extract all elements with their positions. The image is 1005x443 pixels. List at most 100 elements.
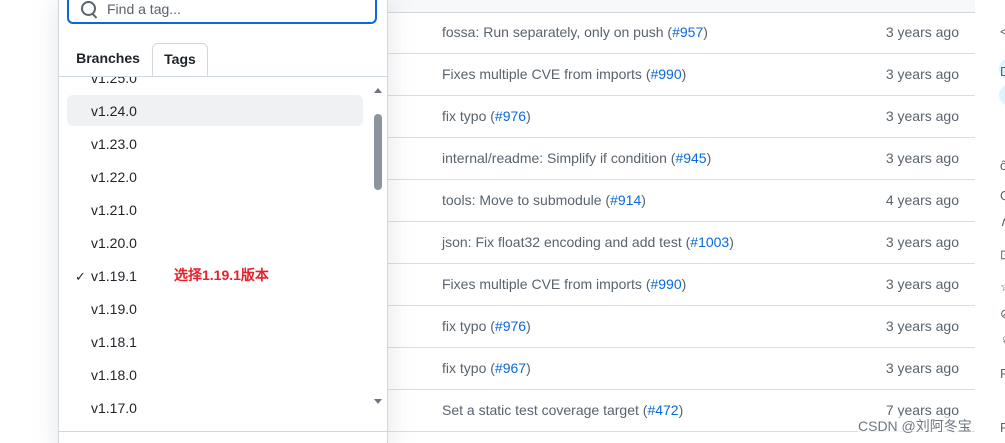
commit-age: 3 years ago bbox=[885, 276, 959, 292]
table-row: fix typo (#976) 3 years ago bbox=[387, 306, 975, 348]
tag-item-label: v1.19.0 bbox=[91, 301, 137, 317]
table-row: Fixes multiple CVE from imports (#990) 3 … bbox=[387, 54, 975, 96]
sidebar-glyph-icon: ⊡ bbox=[1000, 247, 1005, 263]
commit-message-suffix: ) bbox=[526, 108, 531, 124]
commit-age: 3 years ago bbox=[885, 234, 959, 250]
tag-item[interactable]: v1.19.0 bbox=[67, 293, 363, 324]
table-row: Fixes multiple CVE from imports (#990) 3 … bbox=[387, 264, 975, 306]
tag-search-input[interactable] bbox=[105, 0, 359, 18]
tag-list-scrollbar[interactable] bbox=[372, 85, 386, 415]
commit-message-text[interactable]: fossa: Run separately, only on push ( bbox=[442, 24, 672, 40]
pull-request-link[interactable]: #945 bbox=[675, 150, 706, 166]
commit-message-text[interactable]: internal/readme: Simplify if condition ( bbox=[442, 150, 675, 166]
commit-message[interactable]: Fixes multiple CVE from imports (#990) bbox=[442, 66, 686, 82]
sidebar-glyph-icon: ☆ bbox=[1000, 279, 1005, 295]
commit-message[interactable]: fix typo (#967) bbox=[442, 360, 531, 376]
pull-request-link[interactable]: #990 bbox=[650, 66, 681, 82]
pull-request-link[interactable]: #976 bbox=[495, 108, 526, 124]
commit-message-text[interactable]: fix typo ( bbox=[442, 360, 495, 376]
tag-item-label: v1.18.0 bbox=[91, 367, 137, 383]
commit-message[interactable]: Fixes multiple CVE from imports (#990) bbox=[442, 276, 686, 292]
dropdown-footer-divider bbox=[59, 431, 387, 432]
search-box[interactable] bbox=[67, 0, 377, 24]
commit-message-text[interactable]: fix typo ( bbox=[442, 108, 495, 124]
scroll-thumb[interactable] bbox=[374, 114, 382, 190]
pull-request-link[interactable]: #472 bbox=[647, 402, 678, 418]
tag-item[interactable]: v1.18.1 bbox=[67, 326, 363, 357]
commit-age: 3 years ago bbox=[885, 66, 959, 82]
commit-message-suffix: ) bbox=[703, 24, 708, 40]
commit-message-suffix: ) bbox=[678, 402, 684, 418]
tag-item[interactable]: v1.22.0 bbox=[67, 161, 363, 192]
commit-message-text[interactable]: Fixes multiple CVE from imports ( bbox=[442, 276, 650, 292]
commit-message[interactable]: Set a static test coverage target (#472) bbox=[442, 402, 683, 418]
sidebar-glyph-icon: < bbox=[1000, 24, 1005, 39]
tab-branches[interactable]: Branches bbox=[65, 43, 151, 75]
pull-request-link[interactable]: #1003 bbox=[690, 234, 729, 250]
pull-request-link[interactable]: #976 bbox=[495, 318, 526, 334]
sidebar-glyph-icon: ô bbox=[1000, 158, 1005, 173]
commit-message-suffix: ) bbox=[681, 66, 687, 82]
commit-message-suffix: ) bbox=[526, 318, 531, 334]
commit-message[interactable]: fix typo (#976) bbox=[442, 108, 531, 124]
tag-item[interactable]: v1.17.0 bbox=[67, 392, 363, 423]
pull-request-link[interactable]: #957 bbox=[672, 24, 703, 40]
commit-message[interactable]: tools: Move to submodule (#914) bbox=[442, 192, 646, 208]
tag-item[interactable]: v1.18.0 bbox=[67, 359, 363, 390]
sidebar-glyph-icon: Q bbox=[1000, 188, 1005, 203]
sidebar-glyph-icon: ∧ bbox=[1000, 214, 1005, 229]
tag-list: v1.25.0 v1.24.0 v1.23.0 v1.22.0 v1.21.0 v1.20… bbox=[59, 77, 387, 423]
pull-request-link[interactable]: #990 bbox=[650, 276, 681, 292]
tag-item-label: v1.17.0 bbox=[91, 400, 137, 416]
check-icon: ✓ bbox=[75, 269, 86, 284]
commit-list: fossa: Run separately, only on push (#95… bbox=[386, 0, 976, 443]
commit-message[interactable]: fossa: Run separately, only on push (#95… bbox=[442, 24, 708, 40]
table-row: fossa: Run separately, only on push (#95… bbox=[387, 12, 975, 54]
pull-request-link[interactable]: #967 bbox=[495, 360, 526, 376]
tag-item[interactable]: v1.24.0 bbox=[67, 95, 363, 126]
commit-message[interactable]: json: Fix float32 encoding and add test … bbox=[442, 234, 734, 250]
pull-request-link[interactable]: #914 bbox=[610, 192, 641, 208]
search-icon bbox=[81, 1, 96, 16]
commit-age: 3 years ago bbox=[885, 150, 959, 166]
table-row: fix typo (#967) 3 years ago bbox=[387, 348, 975, 390]
tag-item-label: v1.23.0 bbox=[91, 136, 137, 152]
tag-item-label: v1.21.0 bbox=[91, 202, 137, 218]
sidebar-glyph-icon: F bbox=[1000, 366, 1005, 381]
commit-message-suffix: ) bbox=[706, 150, 712, 166]
watermark: CSDN @刘阿冬宝 bbox=[858, 416, 972, 436]
table-row: tools: Move to submodule (#914) 4 years a… bbox=[387, 180, 975, 222]
sidebar-glyph-icon: ⊘ bbox=[1000, 306, 1005, 322]
commit-message[interactable]: fix typo (#976) bbox=[442, 318, 531, 334]
tag-item-label: v1.25.0 bbox=[91, 77, 137, 86]
annotation-note: 选择1.19.1版本 bbox=[174, 267, 269, 283]
tag-item-label: v1.22.0 bbox=[91, 169, 137, 185]
tab-tags[interactable]: Tags bbox=[152, 43, 208, 76]
commit-message-text[interactable]: tools: Move to submodule ( bbox=[442, 192, 610, 208]
commit-message-text[interactable]: fix typo ( bbox=[442, 318, 495, 334]
table-row: internal/readme: Simplify if condition (… bbox=[387, 138, 975, 180]
table-row: json: Fix float32 encoding and add test … bbox=[387, 222, 975, 264]
avatar[interactable] bbox=[999, 84, 1005, 106]
scroll-down-arrow-icon[interactable] bbox=[374, 399, 382, 404]
commit-message[interactable]: internal/readme: Simplify if condition (… bbox=[442, 150, 711, 166]
tag-item[interactable]: v1.23.0 bbox=[67, 128, 363, 159]
commit-message-text[interactable]: json: Fix float32 encoding and add test … bbox=[442, 234, 690, 250]
tag-item-label: v1.24.0 bbox=[91, 103, 137, 119]
commit-message-text[interactable]: Set a static test coverage target ( bbox=[442, 402, 647, 418]
sidebar-glyph-icon: D bbox=[1000, 64, 1005, 79]
scroll-up-arrow-icon[interactable] bbox=[374, 88, 382, 93]
commit-age: 3 years ago bbox=[885, 108, 959, 124]
sidebar-glyph-icon: F bbox=[1000, 420, 1005, 435]
commit-age: 3 years ago bbox=[885, 318, 959, 334]
tag-item[interactable]: v1.21.0 bbox=[67, 194, 363, 225]
tag-item[interactable]: v1.25.0 bbox=[67, 77, 363, 93]
tag-item[interactable]: v1.20.0 bbox=[67, 227, 363, 258]
tag-item-label: v1.19.1 bbox=[91, 268, 137, 284]
commit-age: 4 years ago bbox=[885, 192, 959, 208]
tab-tags-label: Tags bbox=[164, 51, 196, 67]
commit-message-text[interactable]: Fixes multiple CVE from imports ( bbox=[442, 66, 650, 82]
commit-message-suffix: ) bbox=[641, 192, 646, 208]
commit-message-suffix: ) bbox=[729, 234, 734, 250]
sidebar-glyph-icon: ♀ bbox=[1000, 332, 1005, 347]
